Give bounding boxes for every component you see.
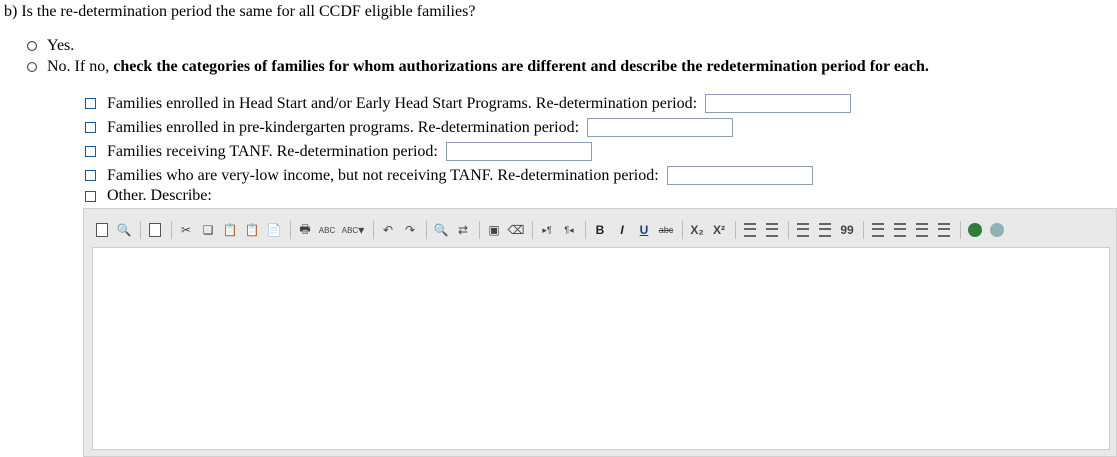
undo-icon[interactable]: ↶ <box>378 220 398 240</box>
category-label: Families enrolled in pre-kindergarten pr… <box>107 118 580 136</box>
tanf-checkbox[interactable] <box>85 146 96 157</box>
align-center-icon[interactable] <box>890 220 910 240</box>
preview-icon[interactable]: 🔍 <box>114 220 134 240</box>
replace-icon[interactable]: ⇄ <box>453 220 473 240</box>
redo-icon[interactable]: ↷ <box>400 220 420 240</box>
numbered-list-icon[interactable] <box>740 220 760 240</box>
option-no[interactable]: No. If no, check the categories of famil… <box>27 58 929 76</box>
superscript-button[interactable]: X² <box>709 220 729 240</box>
head-start-period-input[interactable] <box>705 94 852 113</box>
category-other[interactable]: Other. Describe: <box>85 187 212 205</box>
blockquote-button[interactable]: 99 <box>837 220 857 240</box>
align-left-icon[interactable] <box>868 220 888 240</box>
head-start-checkbox[interactable] <box>85 98 96 109</box>
category-pre-k[interactable]: Families enrolled in pre-kindergarten pr… <box>85 118 734 137</box>
paste-icon[interactable]: 📋 <box>220 220 240 240</box>
link-icon[interactable] <box>965 220 985 240</box>
indent-icon[interactable] <box>815 220 835 240</box>
editor-content-area[interactable] <box>92 247 1110 450</box>
category-label: Other. Describe: <box>107 187 212 204</box>
print-icon[interactable]: 🖶 <box>295 220 315 240</box>
ltr-icon[interactable]: ▸¶ <box>537 220 557 240</box>
option-yes[interactable]: Yes. <box>27 37 74 55</box>
copy-icon[interactable]: ❏ <box>198 220 218 240</box>
editor-toolbar: 🔍 ✂ ❏ 📋 📋 📄 🖶 ABC ABC ▾ ↶ ↷ 🔍 ⇄ ▣ ⌫ ▸¶ ¶◂… <box>92 217 1009 243</box>
tanf-period-input[interactable] <box>445 142 592 161</box>
bold-button[interactable]: B <box>590 220 610 240</box>
italic-button[interactable]: I <box>612 220 632 240</box>
strikethrough-button[interactable]: abc <box>656 220 676 240</box>
remove-format-icon[interactable]: ⌫ <box>506 220 526 240</box>
spellcheck-dropdown-icon[interactable]: ABC ▾ <box>339 220 367 240</box>
no-radio[interactable] <box>27 62 37 72</box>
underline-button[interactable]: U <box>634 220 654 240</box>
cut-icon[interactable]: ✂ <box>176 220 196 240</box>
very-low-income-period-input[interactable] <box>666 166 813 185</box>
category-label: Families enrolled in Head Start and/or E… <box>107 94 698 112</box>
pre-k-period-input[interactable] <box>587 118 734 137</box>
category-tanf[interactable]: Families receiving TANF. Re-determinatio… <box>85 142 592 161</box>
category-label: Families receiving TANF. Re-determinatio… <box>107 142 438 160</box>
select-all-icon[interactable]: ▣ <box>484 220 504 240</box>
paste-text-icon[interactable]: 📋 <box>242 220 262 240</box>
rtl-icon[interactable]: ¶◂ <box>559 220 579 240</box>
option-no-label: No. If no, <box>47 58 110 75</box>
unlink-icon[interactable] <box>987 220 1007 240</box>
templates-icon[interactable] <box>145 220 165 240</box>
category-head-start[interactable]: Families enrolled in Head Start and/or E… <box>85 94 852 113</box>
bulleted-list-icon[interactable] <box>762 220 782 240</box>
category-label: Families who are very-low income, but no… <box>107 166 659 184</box>
question-text: b) Is the re-determination period the sa… <box>4 3 476 20</box>
align-right-icon[interactable] <box>912 220 932 240</box>
subscript-button[interactable]: X₂ <box>687 220 707 240</box>
category-very-low-income[interactable]: Families who are very-low income, but no… <box>85 166 813 185</box>
other-checkbox[interactable] <box>85 190 96 202</box>
justify-icon[interactable] <box>934 220 954 240</box>
option-yes-label: Yes. <box>47 37 75 54</box>
find-icon[interactable]: 🔍 <box>431 220 451 240</box>
option-no-emphasis: check the categories of families for who… <box>113 58 929 75</box>
yes-radio[interactable] <box>27 41 37 51</box>
pre-k-checkbox[interactable] <box>85 122 96 133</box>
spellcheck-icon[interactable]: ABC <box>317 220 337 240</box>
new-page-icon[interactable] <box>92 220 112 240</box>
paste-word-icon[interactable]: 📄 <box>264 220 284 240</box>
very-low-income-checkbox[interactable] <box>85 170 96 181</box>
rich-text-editor: 🔍 ✂ ❏ 📋 📋 📄 🖶 ABC ABC ▾ ↶ ↷ 🔍 ⇄ ▣ ⌫ ▸¶ ¶◂… <box>83 208 1117 457</box>
outdent-icon[interactable] <box>793 220 813 240</box>
